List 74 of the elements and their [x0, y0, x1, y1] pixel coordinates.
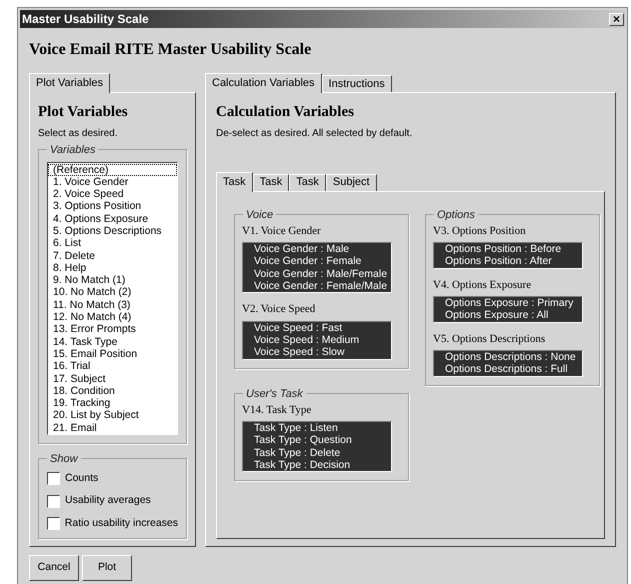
list-item[interactable]: 2. Voice Speed: [48, 188, 177, 200]
list-item[interactable]: Voice Speed : Slow: [243, 346, 391, 359]
dialog-button[interactable]: Cancel: [29, 555, 79, 581]
variable-title: V14. Task Type: [242, 402, 312, 418]
checkbox[interactable]: [47, 517, 60, 530]
list-item[interactable]: 12. No Match (4): [48, 311, 177, 324]
list-item[interactable]: Options Descriptions : None: [434, 351, 582, 364]
levels-list[interactable]: Options Descriptions : None Options Descriptions : Full: [433, 350, 583, 377]
list-item[interactable]: Options Exposure : All: [434, 309, 582, 322]
variables-list[interactable]: [47, 162, 178, 434]
list-item[interactable]: Options Descriptions : Full: [434, 363, 582, 376]
list-item[interactable]: Task Type : Delete: [243, 446, 391, 459]
close-button[interactable]: ×: [609, 12, 624, 26]
list-item[interactable]: 13. Error Prompts: [48, 323, 177, 336]
tab[interactable]: Subject: [326, 174, 377, 190]
list-item[interactable]: Voice Gender : Male/Female: [243, 268, 391, 280]
panel-description: Select as desired.: [38, 126, 118, 140]
list-item[interactable]: 6. List: [48, 237, 177, 250]
list-item[interactable]: 3. Options Position: [48, 200, 177, 213]
variable-title: V1. Voice Gender: [242, 224, 322, 238]
list-item[interactable]: Options Position : After: [434, 255, 582, 268]
list-item[interactable]: 18. Condition: [48, 384, 177, 398]
levels-list[interactable]: Options Position : Before Options Position : After: [433, 242, 583, 269]
list-item[interactable]: 21. Email: [48, 422, 177, 434]
checkbox[interactable]: [47, 472, 60, 485]
list-item[interactable]: Voice Gender : Male: [243, 243, 391, 256]
list-item[interactable]: Voice Gender : Female/Male: [243, 280, 391, 292]
list-item[interactable]: 15. Email Position: [48, 348, 177, 360]
dialog-heading: Voice Email RITE Master Usability Scale: [29, 40, 312, 60]
list-item[interactable]: Voice Speed : Medium: [243, 334, 391, 346]
list-item[interactable]: 8. Help: [48, 262, 177, 274]
checkbox[interactable]: [47, 494, 60, 508]
tab[interactable]: Task: [252, 174, 290, 190]
list-item[interactable]: Options Position : Before: [434, 243, 582, 256]
levels-list[interactable]: Voice Speed : Fast Voice Speed : Medium Voice Speed : Slow: [242, 320, 392, 360]
list-item[interactable]: Task Type : Question: [243, 434, 391, 447]
list-item[interactable]: Task Type : Decision: [243, 458, 391, 472]
list-item[interactable]: 1. Voice Gender: [48, 176, 177, 188]
list-item[interactable]: 14. Task Type: [48, 336, 177, 348]
checkbox-label: Ratio usability increases: [64, 516, 178, 531]
window-title: Master Usability Scale: [22, 11, 149, 28]
levels-list[interactable]: Options Exposure : Primary Options Exposure : All: [433, 296, 583, 323]
variable-title: V3. Options Position: [433, 224, 527, 238]
tab[interactable]: Instructions: [322, 75, 392, 92]
list-item[interactable]: 11. No Match (3): [48, 298, 177, 312]
list-item[interactable]: 20. List by Subject: [48, 409, 177, 422]
checkbox-label: Counts: [65, 470, 98, 486]
list-item[interactable]: 7. Delete: [48, 250, 177, 262]
dialog-button[interactable]: Plot: [82, 555, 132, 581]
list-item[interactable]: 9. No Match (1): [48, 274, 177, 286]
list-item[interactable]: 17. Subject: [48, 372, 177, 385]
list-item[interactable]: 4. Options Exposure: [48, 212, 177, 225]
variable-title: V4. Options Exposure: [433, 278, 532, 293]
levels-list[interactable]: Voice Gender : Male Voice Gender : Female Voice Gender : Male/Female Voice Gender : Female/Male: [242, 242, 392, 294]
list-item[interactable]: 5. Options Descriptions: [48, 224, 177, 238]
list-item[interactable]: Options Exposure : Primary: [434, 297, 582, 310]
list-item[interactable]: (Reference): [48, 164, 177, 176]
tab[interactable]: Calculation Variables: [205, 73, 322, 93]
panel-heading: Calculation Variables: [216, 103, 355, 122]
checkbox-label: Usability averages: [65, 493, 151, 508]
list-item[interactable]: Voice Speed : Fast: [243, 322, 391, 334]
tab[interactable]: Plot Variables: [29, 73, 110, 93]
list-item[interactable]: 19. Tracking: [48, 397, 177, 410]
tab[interactable]: Task: [289, 174, 326, 190]
list-item[interactable]: Task Type : Listen: [243, 422, 391, 434]
panel-heading: Plot Variables: [38, 103, 129, 122]
panel-description: De-select as desired. All selected by default.: [216, 126, 414, 140]
variable-title: V2. Voice Speed: [242, 302, 316, 318]
tab[interactable]: Task: [216, 172, 253, 192]
list-item[interactable]: Voice Gender : Female: [243, 255, 391, 268]
variable-title: V5. Options Descriptions: [433, 332, 546, 347]
list-item[interactable]: 16. Trial: [48, 360, 177, 373]
levels-list[interactable]: Task Type : Listen Task Type : Question Task Type : Delete Task Type : Decision: [242, 421, 392, 472]
list-item[interactable]: 10. No Match (2): [48, 286, 177, 299]
